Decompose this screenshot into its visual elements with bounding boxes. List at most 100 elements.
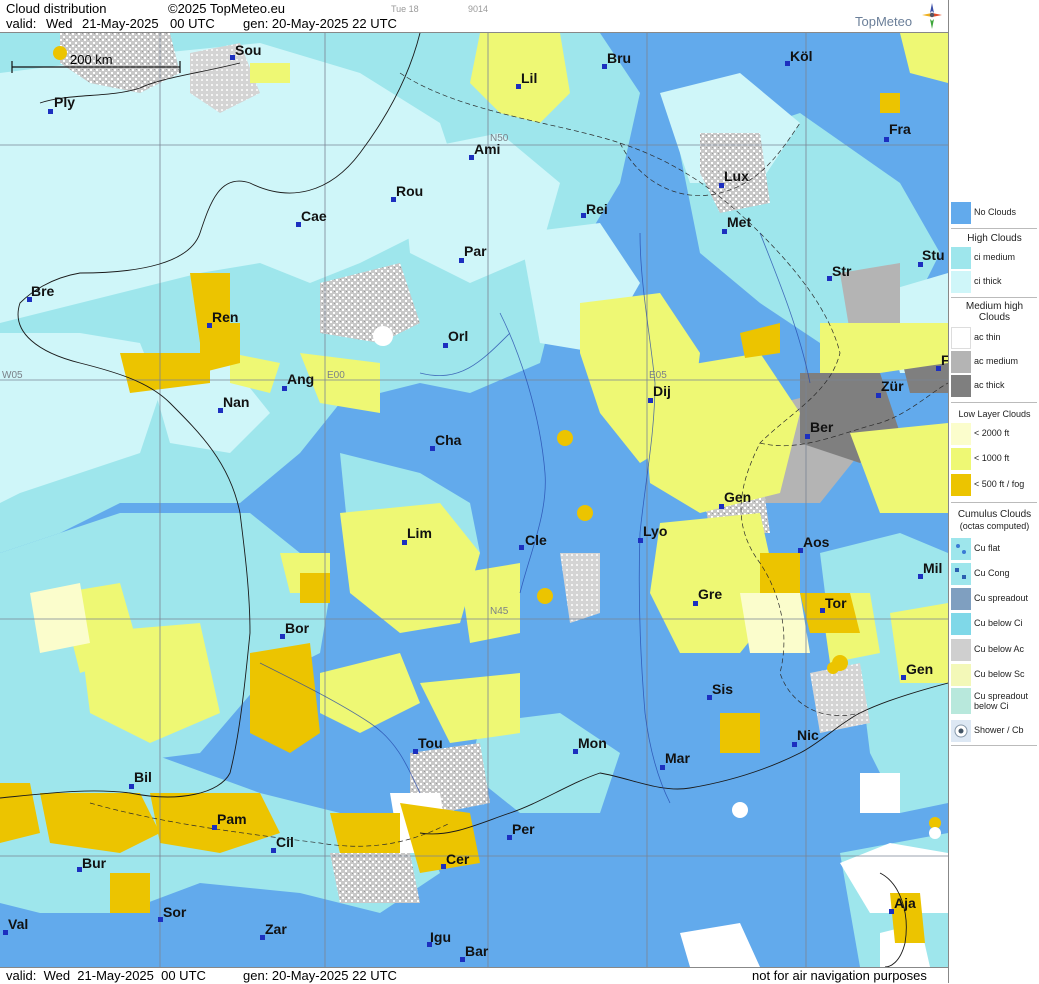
footer-disclaimer: not for air navigation purposes [752, 968, 927, 983]
city-label-f: F [941, 352, 948, 368]
legend-label: Cu spreadout below Ci [974, 691, 1029, 711]
legend-title-medium: Medium high Clouds [965, 301, 1024, 323]
city-label-sou: Sou [235, 42, 262, 58]
city-label-ren: Ren [212, 309, 239, 325]
footer-generated: gen: 20-May-2025 22 UTC [243, 968, 397, 983]
legend-swatch-cu-flat [951, 538, 971, 560]
legend-swatch-cu-spreadout-below-ci [951, 688, 971, 714]
legend-divider [951, 297, 1037, 298]
legend-swatch-ci-medium [951, 247, 971, 269]
city-dot [519, 545, 524, 550]
city-label-bru: Bru [607, 50, 632, 66]
cu-flat-icon [956, 544, 966, 554]
grid-label-e05: E05 [649, 370, 667, 381]
legend-ac-medium: ac medium [950, 351, 1039, 373]
legend-label: ci thick [974, 276, 1002, 286]
header-small-text: Tue 18 [391, 4, 419, 14]
legend-divider [951, 228, 1037, 229]
valid-date: 21-May-2025 [82, 16, 159, 31]
city-label-mar: Mar [665, 750, 690, 766]
cloud-map[interactable]: 200 km N50 N45 W05 E00 E05 Ply Sou Lil B… [0, 33, 948, 967]
city-label-gen-geneva: Gen [724, 489, 752, 505]
legend-cu-below-ac: Cu below Ac [950, 639, 1039, 661]
legend-cu-spreadout-below-ci: Cu spreadout below Ci [950, 688, 1039, 716]
grid-label-n45: N45 [490, 606, 509, 617]
brand-name: TopMeteo [855, 14, 913, 29]
city-label-aos: Aos [803, 534, 830, 550]
legend-panel: No Clouds High Clouds ci medium ci thick… [948, 0, 1039, 983]
legend-low-1000: < 1000 ft [950, 448, 1039, 470]
scale-bar-label: 200 km [70, 52, 113, 67]
city-label-cae: Cae [301, 208, 327, 224]
city-label-lux: Lux [724, 168, 749, 184]
city-label-gre: Gre [698, 586, 723, 602]
city-label-bre: Bre [31, 283, 55, 299]
legend-shower-cb: Shower / Cb [950, 720, 1039, 742]
legend-label: Cu below Ci [974, 618, 1023, 628]
map-footer: valid: Wed 21-May-2025 00 UTC gen: 20-Ma… [0, 967, 948, 984]
city-label-nan: Nan [223, 394, 250, 410]
legend-label: ac medium [974, 356, 1019, 366]
city-dot [884, 137, 889, 142]
city-label-tor: Tor [825, 595, 847, 611]
city-label-ami: Ami [474, 141, 501, 157]
legend-label: ci medium [974, 252, 1016, 262]
city-label-bar: Bar [465, 943, 489, 959]
legend-swatch-low-1000 [951, 448, 971, 470]
legend-low-2000: < 2000 ft [950, 423, 1039, 445]
legend-divider [951, 745, 1037, 746]
legend-cu-below-sc: Cu below Sc [950, 664, 1039, 686]
city-label-zur: Zür [881, 378, 904, 394]
city-dot [48, 109, 53, 114]
legend-label: No Clouds [974, 207, 1017, 217]
valid-label: valid: [6, 16, 37, 31]
city-label-par: Par [464, 243, 487, 259]
legend-label: Cu Cong [974, 568, 1010, 578]
legend-swatch-shower-cb [951, 720, 971, 742]
legend-swatch-ac-medium [951, 351, 971, 373]
city-label-bil: Bil [134, 769, 152, 785]
legend-cu-flat: Cu flat [950, 538, 1039, 560]
header-small-code: 9014 [468, 4, 489, 14]
city-label-sis: Sis [712, 681, 734, 697]
city-label-cha: Cha [435, 432, 462, 448]
city-label-bor: Bor [285, 620, 310, 636]
legend-swatch-ac-thick [951, 375, 971, 397]
topmeteo-logo-icon [922, 3, 942, 29]
legend-title-high: High Clouds [967, 233, 1022, 244]
legend-no-clouds: No Clouds [950, 202, 1039, 224]
legend-ci-medium: ci medium [950, 247, 1039, 269]
legend-swatch-low-2000 [951, 423, 971, 445]
city-label-rou: Rou [396, 183, 424, 199]
city-label-ber: Ber [810, 419, 834, 435]
legend-swatch-cu-below-sc [951, 664, 971, 686]
city-label-nic: Nic [797, 727, 819, 743]
legend-divider [951, 402, 1037, 403]
chart-title: Cloud distribution [6, 1, 107, 16]
map-header: Cloud distribution ©2025 TopMeteo.eu val… [0, 0, 948, 33]
legend-ac-thin: ac thin [950, 327, 1039, 349]
legend-swatch-no-clouds [951, 202, 971, 224]
city-label-kol: Köl [790, 48, 813, 64]
city-label-mil: Mil [923, 560, 943, 576]
grid-label-w05: W05 [2, 370, 23, 381]
city-label-aja: Aja [894, 895, 916, 911]
copyright-text: ©2025 TopMeteo.eu [168, 1, 286, 16]
legend-title-cumulus: Cumulus Clouds [957, 509, 1032, 520]
city-label-lim: Lim [407, 525, 432, 541]
city-label-igu: Igu [430, 929, 451, 945]
grid-label-e00: E00 [327, 370, 345, 381]
city-label-orl: Orl [448, 328, 469, 344]
legend-label: Cu below Sc [974, 669, 1025, 679]
city-label-bur: Bur [82, 855, 107, 871]
city-label-stu: Stu [922, 247, 945, 263]
legend-divider [951, 502, 1037, 503]
city-label-gen-genoa: Gen [906, 661, 934, 677]
shower-cb-icon [954, 724, 968, 738]
legend-label: < 500 ft / fog [974, 479, 1025, 489]
city-label-met: Met [727, 214, 752, 230]
legend-label: ac thick [974, 380, 1005, 390]
city-label-dij: Dij [653, 383, 671, 399]
generated-time: gen: 20-May-2025 22 UTC [243, 16, 397, 31]
legend-label: ac thin [974, 332, 1001, 342]
